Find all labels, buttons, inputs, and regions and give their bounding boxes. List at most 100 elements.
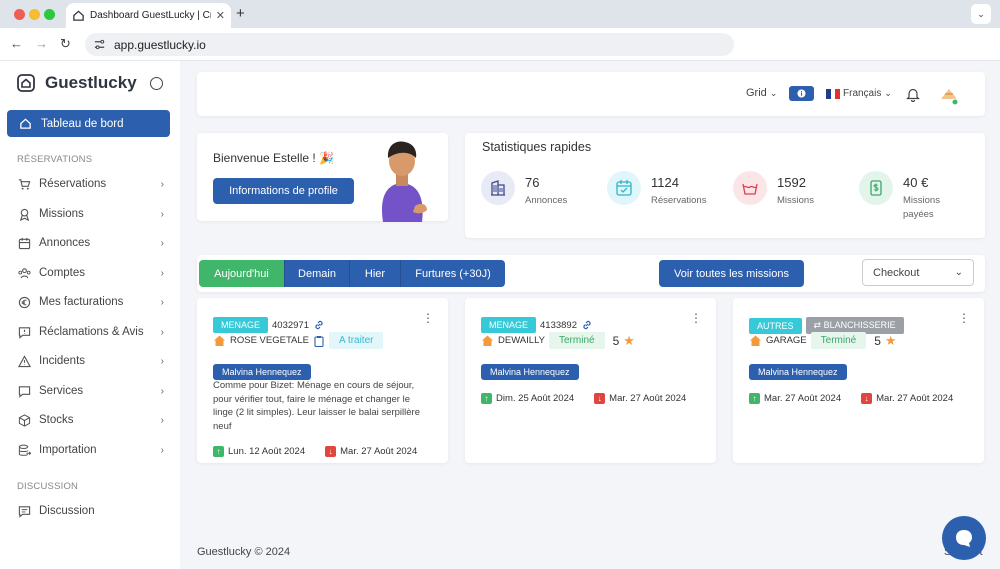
tab-menu-button[interactable]: ⌄ [971, 4, 991, 24]
end-date: ↓ Mar. 27 Août 2024 [325, 446, 417, 457]
ribbon-icon [19, 208, 30, 221]
sidebar-item-label: Incidents [39, 355, 86, 367]
site-settings-icon[interactable] [93, 38, 106, 51]
language-select[interactable]: Français ⌄ [826, 88, 892, 99]
building-icon [481, 171, 515, 205]
chevron-right-icon: › [160, 208, 164, 220]
sidebar-item-comptes[interactable]: Comptes › [18, 264, 164, 282]
sidebar-item-label: Réservations [39, 178, 107, 190]
link-icon[interactable] [313, 319, 325, 331]
calendar-check-icon [607, 171, 641, 205]
chevron-right-icon: › [160, 178, 164, 190]
arrow-up-icon: ↑ [213, 446, 224, 457]
maximize-window-button[interactable] [44, 9, 55, 20]
collapse-sidebar-icon[interactable] [150, 77, 163, 90]
info-icon [797, 89, 806, 98]
property-name: ROSE VEGETALE [230, 335, 310, 346]
tab-today[interactable]: Aujourd'hui [199, 260, 285, 287]
section-label-reservations: RÉSERVATIONS [17, 154, 93, 165]
message-icon [18, 385, 31, 398]
sidebar-item-services[interactable]: Services › [18, 382, 164, 400]
stat-annonces: 76 Annonces [481, 171, 567, 208]
grid-view-select[interactable]: Grid ⌄ [746, 87, 777, 99]
sidebar-item-facturations[interactable]: Mes facturations › [18, 293, 164, 311]
language-label: Français [843, 88, 882, 99]
tab-tomorrow[interactable]: Demain [285, 260, 350, 287]
chat-bubble-icon [956, 530, 972, 547]
browser-window: Dashboard GuestLucky | Crea ✕ + ⌄ ← → ↻ … [0, 0, 1000, 569]
guestlucky-logo-icon [17, 74, 35, 92]
sidebar-item-importation[interactable]: Importation › [18, 441, 164, 459]
stat-missions-payees: 40 € Missions payées [859, 171, 953, 222]
chevron-down-icon: ⌄ [884, 88, 892, 98]
mission-type-select[interactable]: Checkout ⌄ [862, 259, 974, 286]
mission-card[interactable]: AUTRES ⇄ BLANCHISSERIE GARAGE Terminé 5 … [733, 298, 984, 463]
mission-id: 4133892 [540, 319, 577, 331]
brand[interactable]: Guestlucky [16, 73, 137, 93]
top-navbar: Grid ⌄ Français ⌄ [197, 72, 985, 116]
bell-icon[interactable] [906, 87, 920, 102]
sidebar-item-reclamations[interactable]: Réclamations & Avis › [18, 323, 164, 341]
reload-icon[interactable]: ↻ [60, 36, 71, 52]
start-date-text: Lun. 12 Août 2024 [228, 446, 306, 457]
sidebar-item-stocks[interactable]: Stocks › [18, 411, 164, 429]
subtype-label: BLANCHISSERIE [823, 320, 896, 330]
user-avatar[interactable] [939, 85, 959, 105]
tab-future[interactable]: Furtures (+30J) [401, 260, 505, 287]
sidebar-item-label: Services [39, 385, 84, 397]
close-tab-icon[interactable]: ✕ [216, 9, 225, 22]
status-badge: Terminé [549, 332, 605, 349]
tab-title: Dashboard GuestLucky | Crea [90, 10, 211, 21]
mission-card[interactable]: MENAGE 4032971 ROSE VEGETALE A traiter M… [197, 298, 448, 463]
minimize-window-button[interactable] [29, 9, 40, 20]
mission-filter-bar: Aujourd'hui Demain Hier Furtures (+30J) … [197, 255, 985, 292]
arrow-up-icon: ↑ [749, 393, 760, 404]
forward-icon[interactable]: → [35, 36, 48, 51]
arrow-up-icon: ↑ [481, 393, 492, 404]
stat-value: 1592 [777, 175, 806, 190]
arrow-down-icon: ↓ [325, 446, 337, 457]
box-icon [18, 413, 31, 427]
more-options-icon[interactable]: ⋮ [422, 312, 434, 324]
sidebar-item-dashboard[interactable]: Tableau de bord [7, 110, 170, 137]
chat-launcher-button[interactable] [942, 516, 986, 560]
mission-note: Comme pour Bizet: Ménage en cours de séj… [213, 380, 420, 432]
new-tab-icon[interactable]: + [236, 5, 245, 22]
sidebar-item-incidents[interactable]: Incidents › [18, 352, 164, 370]
close-window-button[interactable] [14, 9, 25, 20]
chevron-right-icon: › [160, 296, 164, 308]
mission-card[interactable]: MENAGE 4133892 DEWAILLY Terminé 5 ★ Malv… [465, 298, 716, 463]
end-date: ↓ Mar. 27 Août 2024 [594, 393, 686, 404]
more-options-icon[interactable]: ⋮ [690, 312, 702, 324]
tab-yesterday[interactable]: Hier [350, 260, 401, 287]
info-button[interactable] [789, 86, 814, 101]
browser-tab[interactable]: Dashboard GuestLucky | Crea ✕ [66, 3, 231, 28]
stat-value: 1124 [651, 175, 679, 190]
url-field[interactable]: app.guestlucky.io [85, 33, 734, 56]
sidebar-item-reservations[interactable]: Réservations › [18, 175, 164, 193]
link-icon[interactable] [581, 319, 593, 331]
sidebar-item-label: Missions [39, 208, 84, 220]
home-icon [750, 335, 761, 346]
end-date: ↓ Mar. 27 Août 2024 [861, 393, 953, 404]
quick-stats-card: Statistiques rapides 76 Annonces 1124 Rése… [465, 133, 985, 238]
sidebar-item-discussion[interactable]: Discussion [18, 502, 164, 520]
sidebar-item-annonces[interactable]: Annonces › [18, 234, 164, 252]
status-badge: Terminé [810, 332, 867, 349]
back-icon[interactable]: ← [10, 36, 23, 51]
refresh-icon: ⇄ [813, 320, 822, 330]
home-icon [214, 335, 225, 346]
view-all-missions-button[interactable]: Voir toutes les missions [659, 260, 804, 287]
more-options-icon[interactable]: ⋮ [958, 312, 970, 324]
chevron-right-icon: › [160, 267, 164, 279]
sidebar-item-label: Réclamations & Avis [39, 326, 144, 338]
arrow-down-icon: ↓ [594, 393, 606, 404]
message-alert-icon [18, 326, 31, 339]
stat-label: Missions payées [903, 195, 940, 220]
sidebar-item-missions[interactable]: Missions › [18, 205, 164, 223]
mission-id: 4032971 [272, 319, 309, 331]
profile-info-button[interactable]: Informations de profile [213, 178, 354, 204]
clipboard-icon[interactable] [313, 335, 325, 347]
chevron-down-icon: ⌄ [954, 267, 963, 278]
stat-missions: 1592 Missions [733, 171, 814, 208]
